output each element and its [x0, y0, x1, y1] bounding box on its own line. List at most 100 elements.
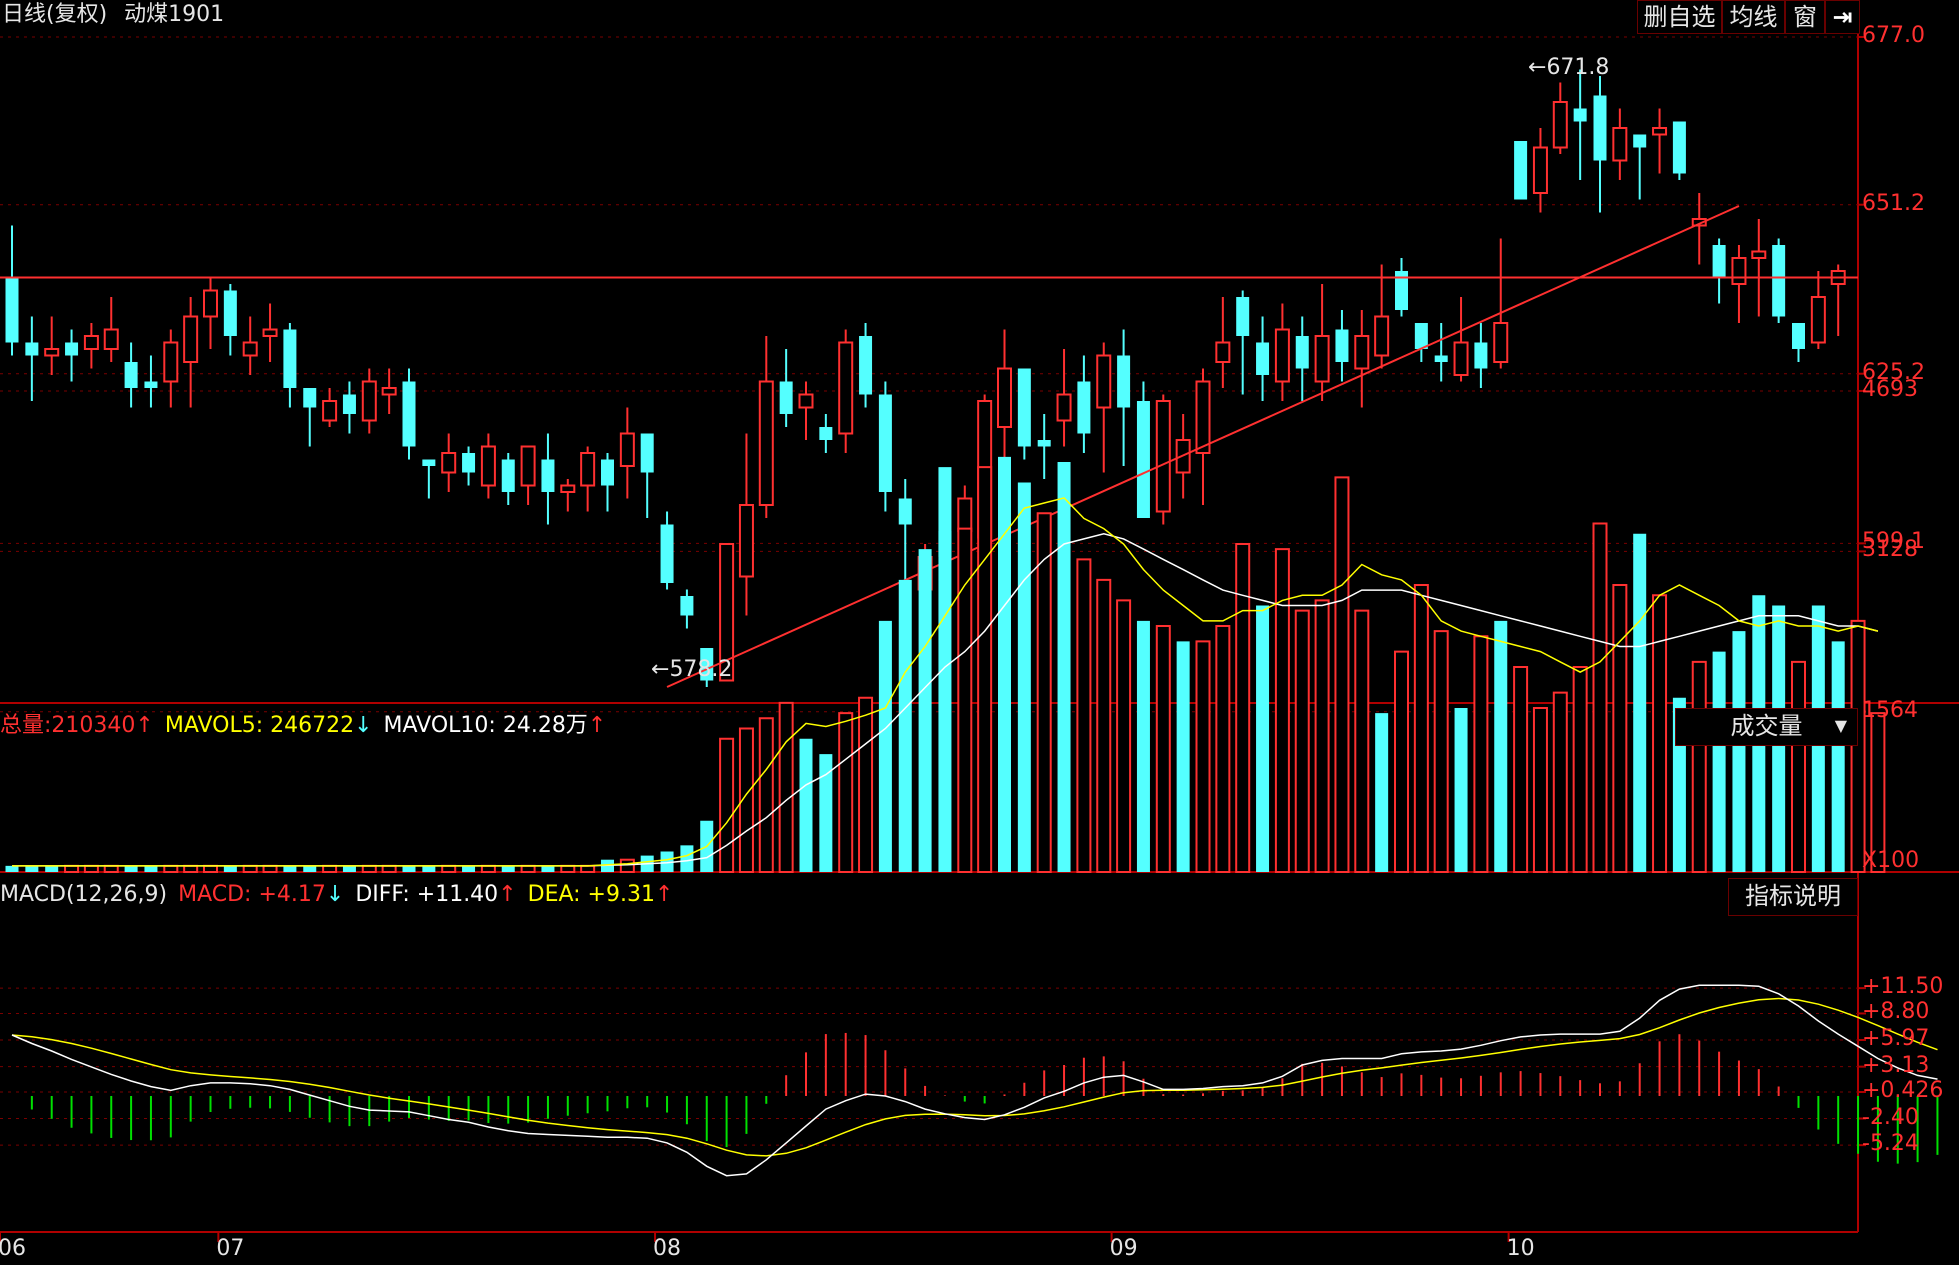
- candlestick: [640, 433, 654, 518]
- candlestick: [541, 433, 555, 525]
- volume-bar: [1494, 620, 1508, 872]
- candle-body: [342, 394, 356, 414]
- candle-body: [262, 328, 278, 337]
- candlestick: [1374, 264, 1390, 369]
- macd-tick-label: +11.50: [1862, 974, 1944, 1000]
- chart-canvas: [0, 0, 1959, 1242]
- candlestick: [1274, 303, 1290, 401]
- candlestick: [25, 316, 39, 401]
- candlestick: [1691, 193, 1707, 265]
- candle-body: [580, 452, 596, 487]
- candle-body: [124, 362, 138, 388]
- volume-indicator-select[interactable]: 成交量 ▼: [1675, 708, 1858, 746]
- candlestick: [242, 316, 258, 375]
- candle-body: [1077, 381, 1091, 434]
- volume-bar: [1195, 640, 1211, 873]
- volume-bar: [1294, 609, 1310, 873]
- volume-legend: 总量:210340↑ MAVOL5: 246722↓ MAVOL10: 24.2…: [0, 713, 606, 739]
- candlestick: [1830, 264, 1846, 336]
- x-tick-label: 07: [216, 1236, 245, 1261]
- collapse-icon[interactable]: ⇥: [1825, 0, 1860, 34]
- candlestick: [1395, 258, 1408, 317]
- volume-bar: [1375, 713, 1389, 872]
- candle-body: [1117, 355, 1131, 408]
- candle-body: [1434, 355, 1448, 362]
- candlestick: [44, 316, 60, 375]
- candle-body: [183, 315, 199, 363]
- volume-indicator-label: 成交量: [1730, 712, 1803, 740]
- candlestick: [441, 433, 457, 492]
- low-price-label: ←578.2: [651, 657, 733, 682]
- candle-body: [441, 452, 457, 474]
- candlestick: [1532, 128, 1548, 213]
- volume-bar: [560, 864, 576, 873]
- volume-bar: [1235, 543, 1251, 873]
- volume-bar: [778, 701, 794, 873]
- window-button[interactable]: 窗: [1785, 0, 1825, 34]
- candle-body: [1354, 335, 1370, 370]
- candle-body: [1552, 101, 1568, 149]
- mavol5-label: MAVOL5:: [164, 713, 264, 738]
- up-arrow-icon: ↑: [498, 882, 517, 907]
- candlestick: [1453, 297, 1469, 382]
- candlestick: [859, 323, 873, 408]
- macd-tick-label: -2.40: [1862, 1104, 1919, 1130]
- volume-bar: [1413, 584, 1429, 873]
- delete-watchlist-button[interactable]: 删自选: [1637, 0, 1722, 34]
- candle-body: [1474, 342, 1488, 369]
- volume-bar: [1354, 609, 1370, 873]
- candle-body: [303, 388, 317, 408]
- candlestick: [580, 446, 596, 512]
- candlestick: [1810, 271, 1826, 349]
- volume-bar: [103, 864, 119, 873]
- candle-body: [422, 459, 436, 466]
- candlestick: [1295, 316, 1309, 401]
- candle-body: [44, 348, 60, 357]
- candle-body: [1136, 401, 1150, 518]
- volume-bar: [1096, 578, 1112, 873]
- volume-bar: [838, 712, 854, 873]
- volume-bar: [163, 864, 179, 873]
- candlestick: [1335, 310, 1349, 382]
- candle-body: [640, 433, 654, 473]
- indicator-help-button[interactable]: 指标说明: [1728, 878, 1858, 916]
- x-tick-label: 09: [1109, 1236, 1138, 1261]
- volume-bar: [977, 466, 993, 873]
- candle-body: [65, 342, 79, 356]
- candlestick: [1056, 349, 1072, 447]
- volume-bar: [719, 737, 735, 873]
- chart-symbol: 动煤1901: [124, 2, 225, 27]
- candlestick: [1731, 245, 1747, 323]
- candlestick: [997, 329, 1012, 479]
- candlestick: [283, 323, 297, 408]
- volume-bar: [1831, 641, 1845, 872]
- candle-body: [1215, 341, 1231, 363]
- candle-body: [1295, 336, 1309, 369]
- volume-bar: [1532, 707, 1548, 873]
- volume-bar: [998, 456, 1011, 872]
- volume-tick-label: 4693: [1862, 376, 1918, 402]
- volume-bar: [45, 865, 59, 872]
- candle-body: [758, 380, 774, 506]
- volume-bar: [1691, 660, 1707, 873]
- candle-body: [462, 453, 476, 473]
- candle-body: [859, 336, 873, 395]
- volume-bar: [1017, 482, 1031, 872]
- candlestick: [738, 433, 754, 616]
- volume-bar: [342, 865, 356, 872]
- volume-bar: [520, 864, 536, 873]
- volume-bar: [381, 864, 397, 873]
- mavol5-value: 246722: [270, 713, 355, 738]
- candle-body: [819, 427, 833, 440]
- volume-bar: [580, 864, 596, 873]
- candlestick: [660, 511, 674, 590]
- candle-body: [957, 497, 973, 532]
- candle-body: [1810, 296, 1826, 344]
- moving-average-button[interactable]: 均线: [1722, 0, 1785, 34]
- volume-bar: [25, 865, 39, 872]
- candlestick: [1236, 290, 1250, 395]
- candlestick: [144, 355, 158, 408]
- candlestick: [1633, 134, 1647, 200]
- candle-body: [798, 393, 814, 409]
- volume-bar: [898, 579, 912, 872]
